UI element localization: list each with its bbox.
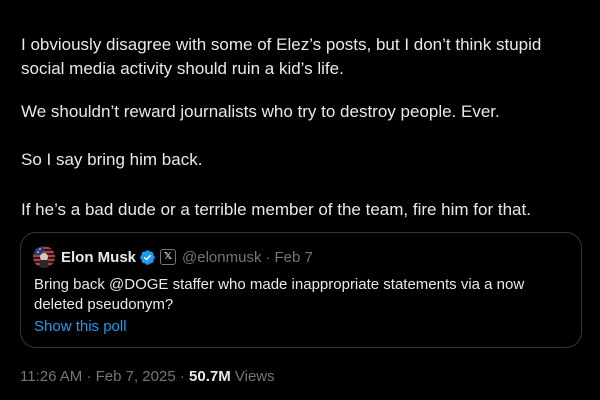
tweet-paragraph: I obviously disagree with some of Elez’s… bbox=[21, 35, 542, 78]
quoted-tweet-date[interactable]: Feb 7 bbox=[274, 249, 312, 266]
tweet-metadata: 11:26 AM · Feb 7, 2025 · 50.7M Views bbox=[20, 367, 275, 387]
views-count[interactable]: 50.7M bbox=[189, 368, 231, 385]
tweet-time[interactable]: 11:26 AM bbox=[20, 368, 82, 385]
quoted-author-name[interactable]: Elon Musk bbox=[61, 249, 136, 266]
separator-dot: · bbox=[86, 368, 92, 385]
x-logo-icon: 𝕏 bbox=[160, 249, 177, 265]
tweet-date[interactable]: Feb 7, 2025 bbox=[96, 368, 176, 385]
views-label: Views bbox=[234, 368, 275, 385]
show-poll-link[interactable]: Show this poll bbox=[34, 318, 127, 335]
quoted-tweet-card[interactable]: Elon Musk 𝕏 @elonmusk · Feb 7 Bring back… bbox=[20, 232, 582, 348]
tweet-detail: I obviously disagree with some of Elez’s… bbox=[0, 0, 600, 400]
quoted-tweet-header: Elon Musk 𝕏 @elonmusk · Feb 7 bbox=[33, 245, 313, 269]
separator-dot: · bbox=[179, 368, 185, 385]
quoted-author-handle[interactable]: @elonmusk bbox=[182, 249, 261, 266]
tweet-paragraph: We shouldn’t reward journalists who try … bbox=[21, 102, 500, 121]
tweet-paragraph: If he’s a bad dude or a terrible member … bbox=[21, 200, 531, 219]
avatar-image bbox=[33, 246, 55, 268]
tweet-paragraph: So I say bring him back. bbox=[21, 150, 203, 169]
verified-badge-icon bbox=[139, 249, 156, 266]
avatar[interactable] bbox=[33, 246, 55, 268]
quoted-tweet-text: Bring back @DOGE staffer who made inappr… bbox=[34, 276, 525, 313]
truncated-text-line bbox=[20, 0, 25, 6]
separator-dot: · bbox=[265, 248, 271, 266]
